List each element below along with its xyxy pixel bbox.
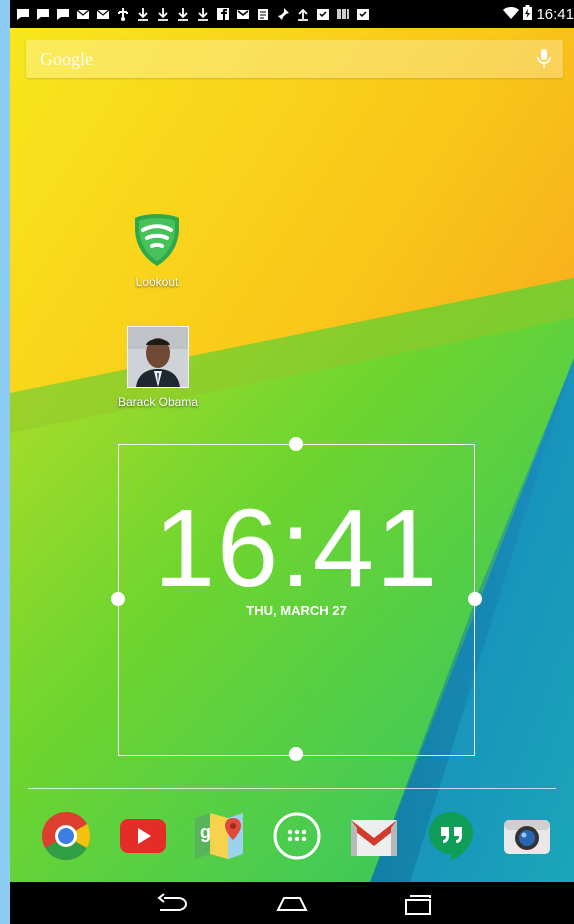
screen: 16:41 Google Lookout Barack Obama 16:41 … (10, 0, 574, 924)
navigation-bar (10, 882, 574, 924)
resize-handle-right[interactable] (468, 592, 482, 606)
widget-time: 16:41 (153, 487, 440, 610)
hangouts-icon[interactable] (425, 810, 477, 862)
download-icon (176, 7, 190, 21)
gmail-icon[interactable] (348, 810, 400, 862)
resize-handle-bottom[interactable] (289, 747, 303, 761)
svg-text:g: g (200, 822, 211, 842)
check-icon (316, 7, 330, 21)
contact-shortcut[interactable]: Barack Obama (110, 326, 206, 409)
notification-icons[interactable] (16, 7, 370, 21)
app-drawer-icon[interactable] (271, 810, 323, 862)
message-icon (36, 7, 50, 21)
contact-label: Barack Obama (117, 395, 199, 409)
message-icon (16, 7, 30, 21)
widget-date: THU, MARCH 27 (246, 603, 347, 618)
download-icon (156, 7, 170, 21)
message-icon (56, 7, 70, 21)
google-logo: Google (40, 49, 93, 69)
resize-handle-left[interactable] (111, 592, 125, 606)
gmail-icon (236, 7, 250, 21)
camera-icon[interactable] (501, 810, 553, 862)
back-icon[interactable] (154, 892, 190, 916)
clock-widget[interactable]: 16:41 THU, MARCH 27 (111, 437, 482, 761)
download-icon (196, 7, 210, 21)
youtube-icon[interactable] (117, 810, 169, 862)
status-clock: 16:41 (536, 6, 574, 23)
facebook-icon (216, 7, 230, 21)
recents-icon[interactable] (400, 892, 436, 916)
battery-icon (523, 5, 533, 24)
chrome-icon[interactable] (40, 810, 92, 862)
barcode-icon (336, 7, 350, 21)
lookout-label: Lookout (135, 275, 179, 289)
device-frame: 16:41 Google Lookout Barack Obama 16:41 … (0, 0, 574, 924)
resize-handle-top[interactable] (289, 437, 303, 451)
home-icon[interactable] (274, 892, 310, 916)
wifi-icon (503, 5, 520, 24)
mail-icon (96, 7, 110, 21)
upload-icon (296, 7, 310, 21)
lookout-shield-icon (135, 214, 179, 266)
mail-icon (76, 7, 90, 21)
google-search-bar[interactable]: Google (26, 40, 563, 78)
clipboard-icon (256, 7, 270, 21)
maps-icon[interactable]: g (193, 810, 245, 862)
usb-icon (116, 7, 130, 21)
dock-divider (28, 788, 556, 789)
download-icon (136, 7, 150, 21)
mic-icon[interactable] (535, 48, 553, 70)
check-icon (356, 7, 370, 21)
status-bar: 16:41 (10, 0, 574, 28)
contact-photo-icon (127, 326, 189, 388)
pin-icon (276, 7, 290, 21)
lookout-shortcut[interactable]: Lookout (118, 212, 196, 289)
